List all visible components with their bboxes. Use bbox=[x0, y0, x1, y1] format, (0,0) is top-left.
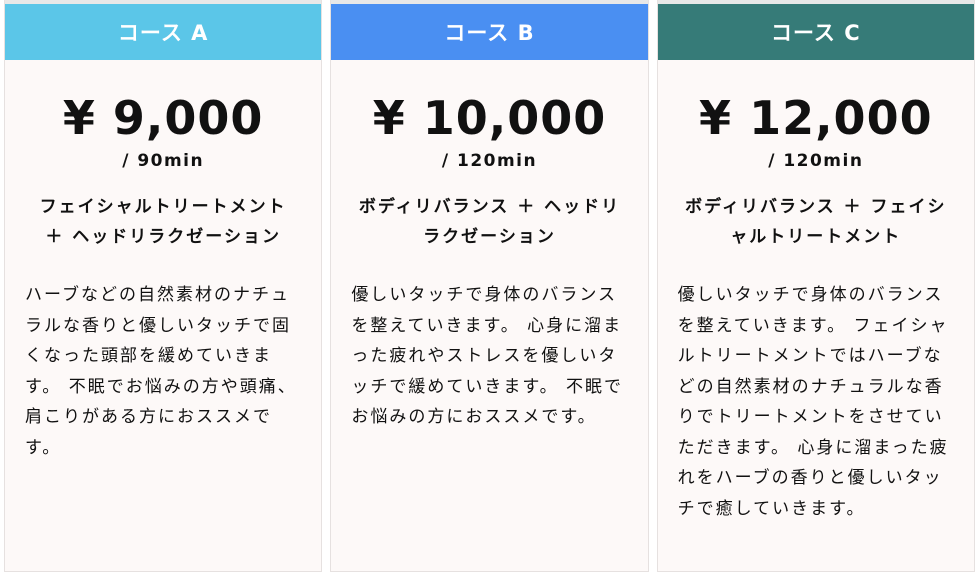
course-title: ボディリバランス ＋ フェイシャルトリートメント bbox=[685, 197, 947, 247]
course-header-a: コース A bbox=[5, 0, 322, 60]
course-title: フェイシャルトリートメント ＋ ヘッドリラクゼーション bbox=[39, 197, 287, 247]
course-description: 優しいタッチで身体のバランスを整えていきます。 フェイシャルトリートメントではハ… bbox=[677, 285, 949, 519]
course-card-b: コース B ¥ 10,000 / 120min ボディリバランス ＋ ヘッドリラ… bbox=[330, 0, 649, 572]
course-card-c: コース C ¥ 12,000 / 120min ボディリバランス ＋ フェイシャ… bbox=[656, 0, 975, 572]
course-duration: / 120min bbox=[768, 151, 864, 171]
course-price: ¥ 10,000 bbox=[372, 91, 607, 145]
course-price: ¥ 12,000 bbox=[699, 91, 933, 145]
course-duration: / 120min bbox=[441, 151, 538, 171]
course-name: コース A bbox=[117, 21, 209, 45]
course-price: ¥ 9,000 bbox=[62, 91, 264, 145]
course-header-c: コース C bbox=[657, 0, 974, 60]
course-name: コース B bbox=[444, 21, 535, 45]
course-name: コース C bbox=[770, 21, 861, 45]
course-plans: コース A ¥ 9,000 / 90min フェイシャルトリートメント ＋ ヘッ… bbox=[0, 0, 975, 572]
course-title: ボディリバランス ＋ ヘッドリラクゼーション bbox=[358, 197, 621, 247]
course-description: 優しいタッチで身体のバランスを整えていきます。 心身に溜まった疲れやストレスを優… bbox=[351, 285, 624, 427]
course-duration: / 90min bbox=[122, 151, 205, 171]
course-card-a: コース A ¥ 9,000 / 90min フェイシャルトリートメント ＋ ヘッ… bbox=[4, 0, 323, 572]
course-description: ハーブなどの自然素材のナチュラルな香りと優しいタッチで固くなった頭部を緩めていき… bbox=[25, 285, 297, 458]
course-header-b: コース B bbox=[331, 0, 648, 60]
